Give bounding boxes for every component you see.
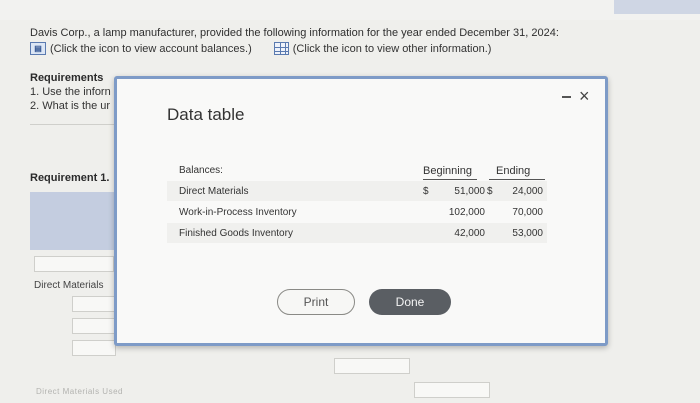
- table-cell-beginning: 42,000: [454, 228, 485, 239]
- table-cell-beginning: 102,000: [448, 207, 485, 218]
- requirement-line-1: 1. Use the inforn: [30, 86, 111, 98]
- table-row-label: Work-in-Process Inventory: [179, 207, 297, 218]
- requirements-heading: Requirements: [30, 72, 104, 84]
- direct-materials-label: Direct Materials: [34, 280, 104, 291]
- dollar-sign: $: [487, 186, 493, 197]
- top-band: [0, 0, 700, 20]
- table-cell-beginning: 51,000: [454, 186, 485, 197]
- done-button[interactable]: Done: [369, 289, 451, 315]
- answer-field[interactable]: [34, 256, 114, 272]
- table-cell-ending: 53,000: [512, 228, 543, 239]
- print-button[interactable]: Print: [277, 289, 355, 315]
- answer-field[interactable]: [334, 358, 410, 374]
- minimize-icon[interactable]: [560, 91, 572, 103]
- faded-row-label: Direct Materials Used: [36, 387, 123, 396]
- balances-label: Balances:: [179, 165, 223, 176]
- modal-title: Data table: [167, 105, 245, 124]
- answer-field[interactable]: [72, 296, 116, 312]
- account-balances-link[interactable]: (Click the icon to view account balances…: [50, 43, 252, 55]
- other-information-link[interactable]: (Click the icon to view other informatio…: [293, 43, 492, 55]
- column-header-beginning: Beginning: [423, 165, 472, 177]
- requirement-1-label: Requirement 1.: [30, 172, 110, 184]
- requirement-1-panel: [30, 192, 122, 250]
- data-table-modal: Data table Balances: Beginning Ending Di…: [114, 76, 608, 346]
- close-icon[interactable]: [579, 87, 590, 105]
- answer-field[interactable]: [414, 382, 490, 398]
- table-cell-ending: 24,000: [512, 186, 543, 197]
- table-row-label: Finished Goods Inventory: [179, 228, 293, 239]
- table-row-label: Direct Materials: [179, 186, 249, 197]
- account-balances-icon[interactable]: ▤: [30, 42, 46, 55]
- header-underline: [423, 179, 477, 180]
- icon-links-row: ▤ (Click the icon to view account balanc…: [30, 42, 491, 55]
- answer-field[interactable]: [72, 318, 116, 334]
- top-blue-strip: [614, 0, 700, 14]
- column-header-ending: Ending: [496, 165, 531, 177]
- requirement-line-2: 2. What is the ur: [30, 100, 111, 112]
- table-cell-ending: 70,000: [512, 207, 543, 218]
- intro-text: Davis Corp., a lamp manufacturer, provid…: [30, 27, 559, 39]
- dollar-sign: $: [423, 186, 429, 197]
- header-underline: [489, 179, 545, 180]
- answer-field[interactable]: [72, 340, 116, 356]
- other-information-icon[interactable]: [273, 42, 289, 55]
